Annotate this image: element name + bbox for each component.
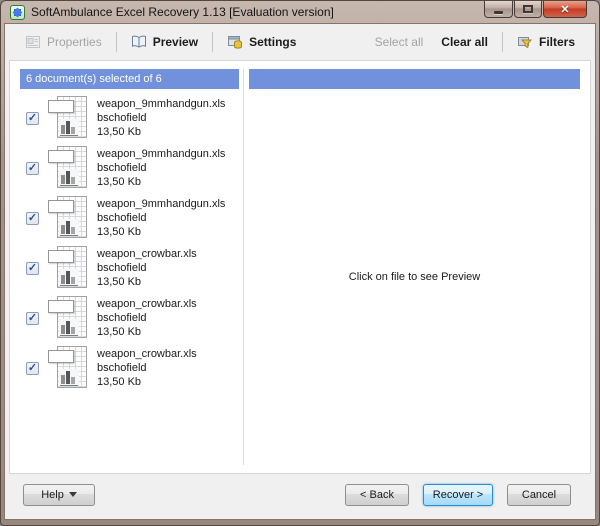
properties-icon [25, 34, 41, 50]
file-meta: weapon_9mmhandgun.xls bschofield 13,50 K… [97, 147, 225, 189]
file-name: weapon_9mmhandgun.xls [97, 147, 225, 161]
preview-panel-header [249, 69, 580, 89]
preview-button[interactable]: Preview [125, 30, 204, 54]
preview-panel: Click on file to see Preview [249, 69, 580, 465]
window-title: SoftAmbulance Excel Recovery 1.13 [Evalu… [31, 5, 334, 19]
file-meta: weapon_crowbar.xls bschofield 13,50 Kb [97, 247, 197, 289]
preview-label: Preview [153, 35, 198, 49]
file-name: weapon_crowbar.xls [97, 247, 197, 261]
maximize-icon [523, 5, 533, 13]
app-window: SoftAmbulance Excel Recovery 1.13 [Evalu… [0, 0, 600, 526]
back-button[interactable]: < Back [345, 484, 409, 506]
client-area: Properties Preview Settings [4, 23, 596, 520]
file-owner: bschofield [97, 161, 225, 175]
panel-divider [243, 69, 244, 465]
file-checkbox[interactable]: ✓ [26, 212, 39, 225]
toolbar-separator [502, 32, 503, 52]
filters-icon [517, 34, 533, 50]
file-list-item[interactable]: ✓ weapon_9mmhandgun.xls bschofield 13,50… [20, 193, 239, 243]
file-list-panel: 6 document(s) selected of 6 ✓ weapon_9mm… [20, 69, 239, 465]
main-content: 6 document(s) selected of 6 ✓ weapon_9mm… [9, 60, 591, 474]
excel-file-icon [47, 195, 89, 241]
settings-icon [227, 34, 243, 50]
file-list-item[interactable]: ✓ weapon_crowbar.xls bschofield 13,50 Kb [20, 243, 239, 293]
file-owner: bschofield [97, 311, 197, 325]
file-meta: weapon_9mmhandgun.xls bschofield 13,50 K… [97, 197, 225, 239]
cancel-button[interactable]: Cancel [507, 484, 571, 506]
recover-label: Recover > [433, 489, 483, 501]
toolbar: Properties Preview Settings [5, 24, 595, 60]
file-list-header: 6 document(s) selected of 6 [20, 69, 239, 89]
file-meta: weapon_9mmhandgun.xls bschofield 13,50 K… [97, 97, 225, 139]
file-list-item[interactable]: ✓ weapon_9mmhandgun.xls bschofield 13,50… [20, 143, 239, 193]
select-all-label: Select all [375, 35, 424, 49]
file-size: 13,50 Kb [97, 225, 225, 239]
file-list-item[interactable]: ✓ weapon_crowbar.xls bschofield 13,50 Kb [20, 293, 239, 343]
cancel-label: Cancel [522, 489, 556, 501]
file-size: 13,50 Kb [97, 275, 197, 289]
file-owner: bschofield [97, 261, 197, 275]
close-button[interactable]: ✕ [543, 1, 587, 18]
file-checkbox[interactable]: ✓ [26, 162, 39, 175]
back-label: < Back [360, 489, 394, 501]
window-controls: ✕ [483, 1, 587, 18]
file-list-item[interactable]: ✓ weapon_crowbar.xls bschofield 13,50 Kb [20, 343, 239, 393]
preview-icon [131, 34, 147, 50]
file-name: weapon_crowbar.xls [97, 347, 197, 361]
clear-all-label: Clear all [441, 35, 488, 49]
minimize-button[interactable] [484, 1, 513, 18]
file-checkbox[interactable]: ✓ [26, 362, 39, 375]
file-meta: weapon_crowbar.xls bschofield 13,50 Kb [97, 297, 197, 339]
file-list: ✓ weapon_9mmhandgun.xls bschofield 13,50… [20, 93, 239, 393]
file-name: weapon_crowbar.xls [97, 297, 197, 311]
file-owner: bschofield [97, 361, 197, 375]
preview-placeholder: Click on file to see Preview [349, 271, 480, 283]
excel-file-icon [47, 145, 89, 191]
excel-file-icon [47, 345, 89, 391]
file-owner: bschofield [97, 211, 225, 225]
clear-all-button[interactable]: Clear all [435, 31, 494, 53]
file-checkbox[interactable]: ✓ [26, 112, 39, 125]
help-label: Help [41, 489, 64, 501]
minimize-icon [494, 11, 503, 14]
file-owner: bschofield [97, 111, 225, 125]
filters-label: Filters [539, 35, 575, 49]
toolbar-separator [116, 32, 117, 52]
properties-button: Properties [19, 30, 108, 54]
close-icon: ✕ [560, 3, 569, 16]
file-size: 13,50 Kb [97, 175, 225, 189]
maximize-button[interactable] [514, 1, 542, 18]
file-checkbox[interactable]: ✓ [26, 312, 39, 325]
excel-file-icon [47, 95, 89, 141]
file-list-item[interactable]: ✓ weapon_9mmhandgun.xls bschofield 13,50… [20, 93, 239, 143]
footer: Help < Back Recover > Cancel [5, 474, 595, 519]
properties-label: Properties [47, 35, 102, 49]
file-size: 13,50 Kb [97, 375, 197, 389]
excel-file-icon [47, 245, 89, 291]
file-size: 13,50 Kb [97, 125, 225, 139]
file-name: weapon_9mmhandgun.xls [97, 197, 225, 211]
filters-button[interactable]: Filters [511, 30, 581, 54]
settings-button[interactable]: Settings [221, 30, 302, 54]
app-icon [10, 5, 25, 20]
select-all-button: Select all [369, 31, 430, 53]
chevron-down-icon [69, 492, 77, 497]
recover-button[interactable]: Recover > [423, 484, 493, 506]
help-button[interactable]: Help [23, 484, 95, 506]
file-size: 13,50 Kb [97, 325, 197, 339]
file-checkbox[interactable]: ✓ [26, 262, 39, 275]
settings-label: Settings [249, 35, 296, 49]
file-meta: weapon_crowbar.xls bschofield 13,50 Kb [97, 347, 197, 389]
excel-file-icon [47, 295, 89, 341]
file-name: weapon_9mmhandgun.xls [97, 97, 225, 111]
preview-body: Click on file to see Preview [249, 89, 580, 465]
toolbar-separator [212, 32, 213, 52]
